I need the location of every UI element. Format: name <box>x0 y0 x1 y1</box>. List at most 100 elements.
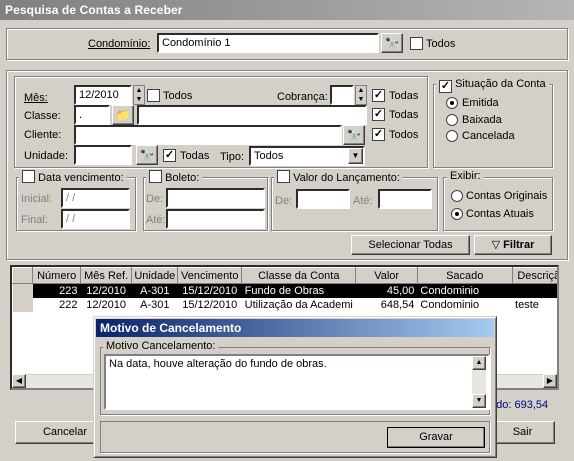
header-numero[interactable]: Número <box>32 267 81 284</box>
table-cell: 15/12/2010 <box>182 298 238 311</box>
boleto-checkbox[interactable] <box>149 170 162 183</box>
lancamento-ate-label: Até: <box>353 195 373 207</box>
unidade-binoculars-icon[interactable]: 🔭 <box>136 145 158 165</box>
cobranca-field[interactable] <box>330 85 354 105</box>
situacao-cancelada-radio[interactable] <box>446 130 458 142</box>
folder-icon[interactable]: 📁 <box>112 105 134 125</box>
motivo-scroll-up-icon[interactable]: ▲ <box>472 356 486 370</box>
classe-todas-label: Todas <box>389 109 419 121</box>
cliente-label: Cliente: <box>24 129 62 141</box>
mes-spinner[interactable]: ▲ ▼ <box>133 85 145 105</box>
cobranca-todas-checkbox[interactable]: ✓ <box>372 89 385 102</box>
classe-field[interactable]: . <box>74 105 110 125</box>
boleto-de-field[interactable] <box>166 188 265 208</box>
exibir-originais-label: Contas Originais <box>466 190 548 202</box>
cliente-todos-checkbox[interactable]: ✓ <box>372 128 385 141</box>
motivo-text: Na data, houve alteração do fundo de obr… <box>109 358 327 370</box>
selecionar-todas-button[interactable]: Selecionar Todas <box>351 235 470 255</box>
lancamento-checkbox[interactable] <box>277 170 290 183</box>
mes-todos-checkbox[interactable] <box>147 89 160 102</box>
cobranca-todas-label: Todas <box>389 90 419 102</box>
gravar-button[interactable]: Gravar <box>387 427 485 448</box>
table-cell: Fundo de Obras <box>241 283 356 298</box>
situacao-cancelada-label: Cancelada <box>462 130 515 142</box>
boleto-ate-label: Até: <box>146 214 166 226</box>
row-indicator <box>12 297 33 312</box>
vencimento-final-label: Final: <box>21 214 48 226</box>
cobranca-label: Cobrança: <box>277 91 328 103</box>
header-unidade[interactable]: Unidade <box>131 267 179 284</box>
sair-button[interactable]: Sair <box>490 421 555 444</box>
scroll-right-icon[interactable]: ▶ <box>543 374 557 388</box>
header-descricao[interactable]: Descrição <box>511 267 557 284</box>
table-row[interactable]: 223 12/2010 A-301 15/12/2010 Fundo de Ob… <box>12 283 557 298</box>
lancamento-ate-field[interactable] <box>378 189 432 209</box>
header-vencimento[interactable]: Vencimento <box>177 267 243 284</box>
row-indicator <box>12 283 33 298</box>
exibir-originais-radio[interactable] <box>451 190 463 202</box>
motivo-textarea[interactable]: Na data, houve alteração do fundo de obr… <box>104 354 490 410</box>
vencimento-inicial-field[interactable]: / / <box>61 188 130 208</box>
results-table: Número Mês Ref. Unidade Vencimento Class… <box>12 267 558 312</box>
situacao-checkbox[interactable]: ✓ <box>439 80 452 93</box>
table-cell: 15/12/2010 <box>177 283 242 298</box>
boleto-ate-field[interactable] <box>166 209 265 229</box>
situacao-emitida-label: Emitida <box>462 97 499 109</box>
mes-field[interactable]: 12/2010 <box>74 85 132 105</box>
condominio-field[interactable]: Condomínio 1 <box>157 33 379 53</box>
header-mes-ref[interactable]: Mês Ref. <box>79 267 133 284</box>
exibir-group <box>443 177 553 231</box>
filtrar-button[interactable]: ▽ Filtrar <box>474 235 552 255</box>
table-cell: 12/2010 <box>86 298 127 311</box>
table-cell: A-301 <box>140 298 170 311</box>
exibir-title: Exibir: <box>447 170 484 182</box>
classe-label: Classe: <box>24 110 61 122</box>
unidade-field[interactable] <box>74 145 132 165</box>
classe-todas-checkbox[interactable]: ✓ <box>372 108 385 121</box>
unidade-todas-checkbox[interactable]: ✓ <box>163 149 176 162</box>
table-cell: 223 <box>32 283 81 298</box>
vencimento-title: Data vencimento: <box>38 172 124 184</box>
scroll-left-icon[interactable]: ◀ <box>12 374 26 388</box>
classe-description-field[interactable] <box>137 105 367 125</box>
tipo-label: Tipo: <box>220 151 245 163</box>
vencimento-inicial-label: Inicial: <box>21 193 53 205</box>
motivo-scroll-down-icon[interactable]: ▼ <box>472 394 486 408</box>
mes-label: Mês: <box>24 92 48 104</box>
condominio-todos-label: Todos <box>426 38 456 50</box>
lancamento-de-label: De: <box>275 195 293 207</box>
filtrar-label: Filtrar <box>503 239 535 251</box>
condominio-label: Condomínio: <box>88 38 151 50</box>
cliente-binoculars-icon[interactable]: 🔭 <box>343 125 365 145</box>
unidade-label: Unidade: <box>24 150 69 162</box>
tipo-dropdown-icon[interactable]: ▼ <box>348 148 363 164</box>
cliente-field[interactable] <box>74 125 342 145</box>
situacao-baixada-label: Baixada <box>462 114 502 126</box>
dialog-title: Motivo de Cancelamento <box>96 319 494 337</box>
header-valor[interactable]: Valor <box>355 267 418 284</box>
header-classe[interactable]: Classe da Conta <box>241 267 357 284</box>
vencimento-checkbox[interactable] <box>22 170 35 183</box>
boleto-legend: Boleto: <box>146 170 203 184</box>
vencimento-final-field[interactable]: / / <box>61 209 130 229</box>
lancamento-legend: Valor do Lançamento: <box>274 170 403 184</box>
lancamento-de-field[interactable] <box>296 189 350 209</box>
table-cell: teste <box>515 298 539 311</box>
exibir-atuais-radio[interactable] <box>451 208 463 220</box>
table-cell: A-301 <box>131 283 178 298</box>
condominio-todos-checkbox[interactable] <box>410 37 423 50</box>
lancamento-title: Valor do Lançamento: <box>293 172 400 184</box>
table-cell: 222 <box>59 298 78 311</box>
cancel-reason-dialog: Motivo de Cancelamento Motivo Cancelamen… <box>93 316 497 458</box>
header-indicator <box>12 267 34 284</box>
situacao-emitida-radio[interactable] <box>446 97 458 109</box>
boleto-title: Boleto: <box>165 172 200 184</box>
situacao-baixada-radio[interactable] <box>446 114 458 126</box>
cobranca-spinner[interactable]: ▲ ▼ <box>355 85 367 105</box>
boleto-de-label: De: <box>146 193 164 205</box>
binoculars-icon[interactable]: 🔭 <box>381 33 403 53</box>
header-sacado[interactable]: Sacado <box>416 267 513 284</box>
motivo-legend: Motivo Cancelamento: <box>103 340 219 352</box>
table-row[interactable]: 222 12/2010 A-301 15/12/2010 Utilização … <box>12 297 558 312</box>
table-cell: Condominio <box>417 283 513 298</box>
